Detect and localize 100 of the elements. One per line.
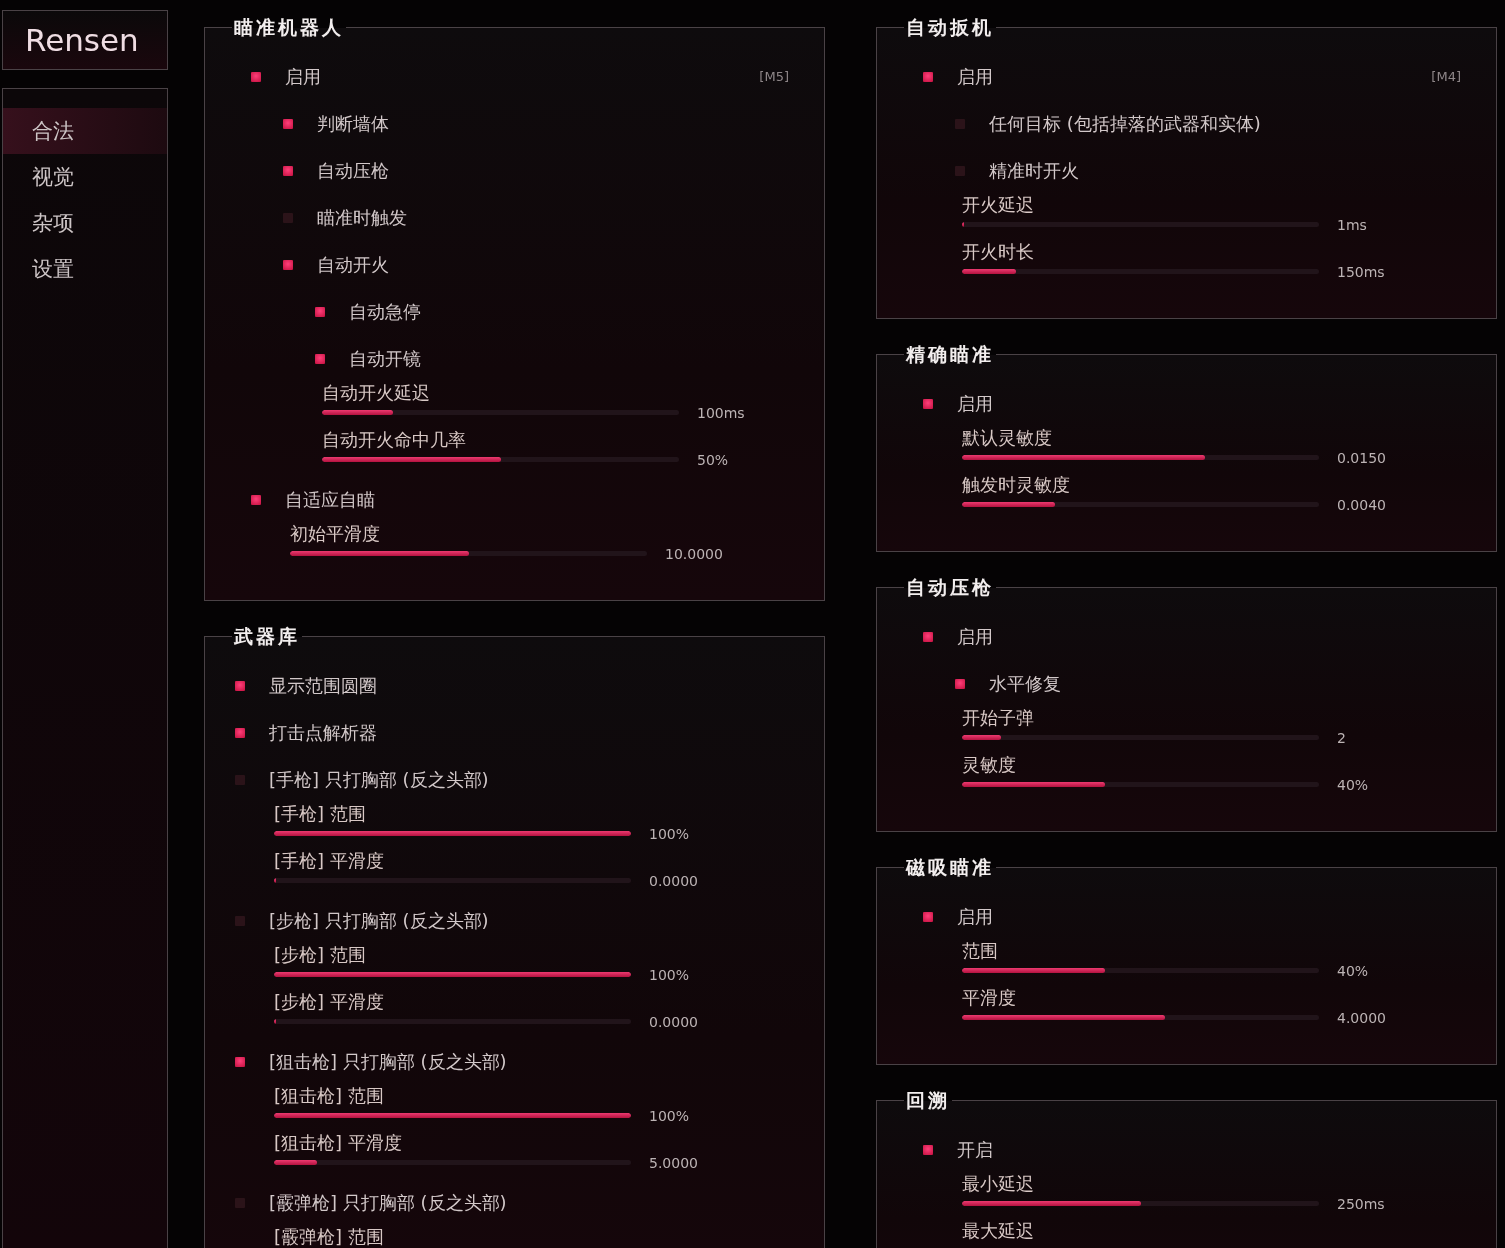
slider-label: 开火时长 xyxy=(962,241,1034,263)
slider-value: 0.0040 xyxy=(1337,496,1386,513)
option-label: 启用 xyxy=(957,64,993,89)
checkbox[interactable] xyxy=(923,911,933,922)
panel-title: 磁吸瞄准 xyxy=(904,855,995,879)
slider-label: 灵敏度 xyxy=(962,754,1016,776)
slider-track[interactable] xyxy=(274,1019,631,1024)
slider-value: 1ms xyxy=(1337,216,1367,233)
slider-label: 最大延迟 xyxy=(962,1220,1034,1242)
slider-label: [步枪] 范围 xyxy=(274,944,366,966)
slider-value: 40% xyxy=(1337,962,1369,979)
option-label: 启用 xyxy=(285,64,321,89)
slider-track[interactable] xyxy=(962,1015,1319,1020)
slider-value: 2 xyxy=(1337,729,1346,746)
checkbox[interactable] xyxy=(923,631,933,642)
slider-track[interactable] xyxy=(274,878,631,883)
slider-track[interactable] xyxy=(962,502,1319,507)
slider-value: 0.0000 xyxy=(649,872,698,889)
hotkey-label: [M5] xyxy=(759,69,789,84)
checkbox[interactable] xyxy=(955,165,965,176)
slider-value: 250ms xyxy=(1337,1195,1385,1212)
slider-track[interactable] xyxy=(962,222,1319,227)
checkbox[interactable] xyxy=(251,494,261,505)
option-label: 水平修复 xyxy=(989,671,1061,696)
nav-item[interactable]: 合法 xyxy=(3,108,167,154)
option-label: 自动开镜 xyxy=(349,346,421,371)
slider-value: 0.0150 xyxy=(1337,449,1386,466)
slider-track[interactable] xyxy=(962,782,1319,787)
slider-value: 100% xyxy=(649,825,690,842)
logo-text: Rensen xyxy=(25,21,139,59)
slider-label: 初始平滑度 xyxy=(290,523,380,545)
option-label: 自动开火 xyxy=(317,252,389,277)
panel-title: 武器库 xyxy=(233,624,301,648)
slider-value: 150ms xyxy=(1337,263,1385,280)
checkbox[interactable] xyxy=(315,353,325,364)
option-label: 显示范围圆圈 xyxy=(269,673,377,698)
slider-track[interactable] xyxy=(274,831,631,836)
checkbox[interactable] xyxy=(283,165,293,176)
slider-value: 10.0000 xyxy=(665,545,723,562)
nav-item[interactable]: 杂项 xyxy=(3,200,167,246)
checkbox[interactable] xyxy=(283,118,293,129)
slider-track[interactable] xyxy=(322,410,679,415)
checkbox[interactable] xyxy=(923,71,933,82)
checkbox[interactable] xyxy=(283,212,293,223)
checkbox[interactable] xyxy=(923,1144,933,1155)
checkbox[interactable] xyxy=(235,915,245,926)
checkbox[interactable] xyxy=(283,259,293,270)
option-label: 开启 xyxy=(957,1137,993,1162)
slider-track[interactable] xyxy=(962,735,1319,740)
slider-value: 50% xyxy=(697,451,729,468)
checkbox[interactable] xyxy=(923,398,933,409)
slider-label: 默认灵敏度 xyxy=(962,427,1052,449)
nav-item[interactable]: 设置 xyxy=(3,246,167,292)
option-label: [手枪] 只打胸部 (反之头部) xyxy=(269,767,489,792)
slider-label: 平滑度 xyxy=(962,987,1016,1009)
slider-value: 5.0000 xyxy=(649,1154,698,1171)
slider-track[interactable] xyxy=(962,1201,1319,1206)
checkbox[interactable] xyxy=(955,678,965,689)
slider-track[interactable] xyxy=(962,455,1319,460)
checkbox[interactable] xyxy=(235,680,245,691)
slider-label: [手枪] 范围 xyxy=(274,803,366,825)
panel-title: 自动压枪 xyxy=(905,575,995,599)
slider-track[interactable] xyxy=(962,968,1319,973)
option-label: 瞄准时触发 xyxy=(317,205,407,230)
slider-label: [霰弹枪] 范围 xyxy=(274,1226,384,1248)
option-label: [步枪] 只打胸部 (反之头部) xyxy=(269,908,489,933)
slider-value: 4.0000 xyxy=(1337,1009,1386,1026)
option-label: 自动急停 xyxy=(349,299,421,324)
slider-label: [狙击枪] 平滑度 xyxy=(274,1132,402,1154)
slider-label: 开火延迟 xyxy=(962,194,1034,216)
option-label: 打击点解析器 xyxy=(269,720,377,745)
nav-item[interactable]: 视觉 xyxy=(3,154,167,200)
slider-label: 自动开火延迟 xyxy=(322,382,430,404)
checkbox[interactable] xyxy=(235,774,245,785)
slider-value: 100% xyxy=(649,966,690,983)
slider-track[interactable] xyxy=(322,457,679,462)
slider-track[interactable] xyxy=(962,269,1319,274)
slider-label: 最小延迟 xyxy=(962,1173,1034,1195)
checkbox[interactable] xyxy=(235,1056,245,1067)
option-label: 精准时开火 xyxy=(989,158,1079,183)
slider-label: 触发时灵敏度 xyxy=(962,474,1070,496)
slider-label: 范围 xyxy=(962,940,998,962)
slider-track[interactable] xyxy=(274,1113,631,1118)
checkbox[interactable] xyxy=(251,71,261,82)
option-label: [狙击枪] 只打胸部 (反之头部) xyxy=(269,1049,507,1074)
slider-value: 40% xyxy=(1337,776,1369,793)
slider-value: 0.0000 xyxy=(649,1013,698,1030)
slider-track[interactable] xyxy=(290,551,647,556)
slider-label: [步枪] 平滑度 xyxy=(274,991,384,1013)
checkbox[interactable] xyxy=(235,727,245,738)
option-label: 自动压枪 xyxy=(317,158,389,183)
slider-value: 100ms xyxy=(697,404,745,421)
hotkey-label: [M4] xyxy=(1431,69,1461,84)
checkbox[interactable] xyxy=(955,118,965,129)
slider-track[interactable] xyxy=(274,1160,631,1165)
slider-track[interactable] xyxy=(274,972,631,977)
panel-title: 瞄准机器人 xyxy=(233,15,345,39)
panel-title: 自动扳机 xyxy=(905,15,995,39)
checkbox[interactable] xyxy=(315,306,325,317)
option-label: 任何目标 (包括掉落的武器和实体) xyxy=(989,111,1261,136)
